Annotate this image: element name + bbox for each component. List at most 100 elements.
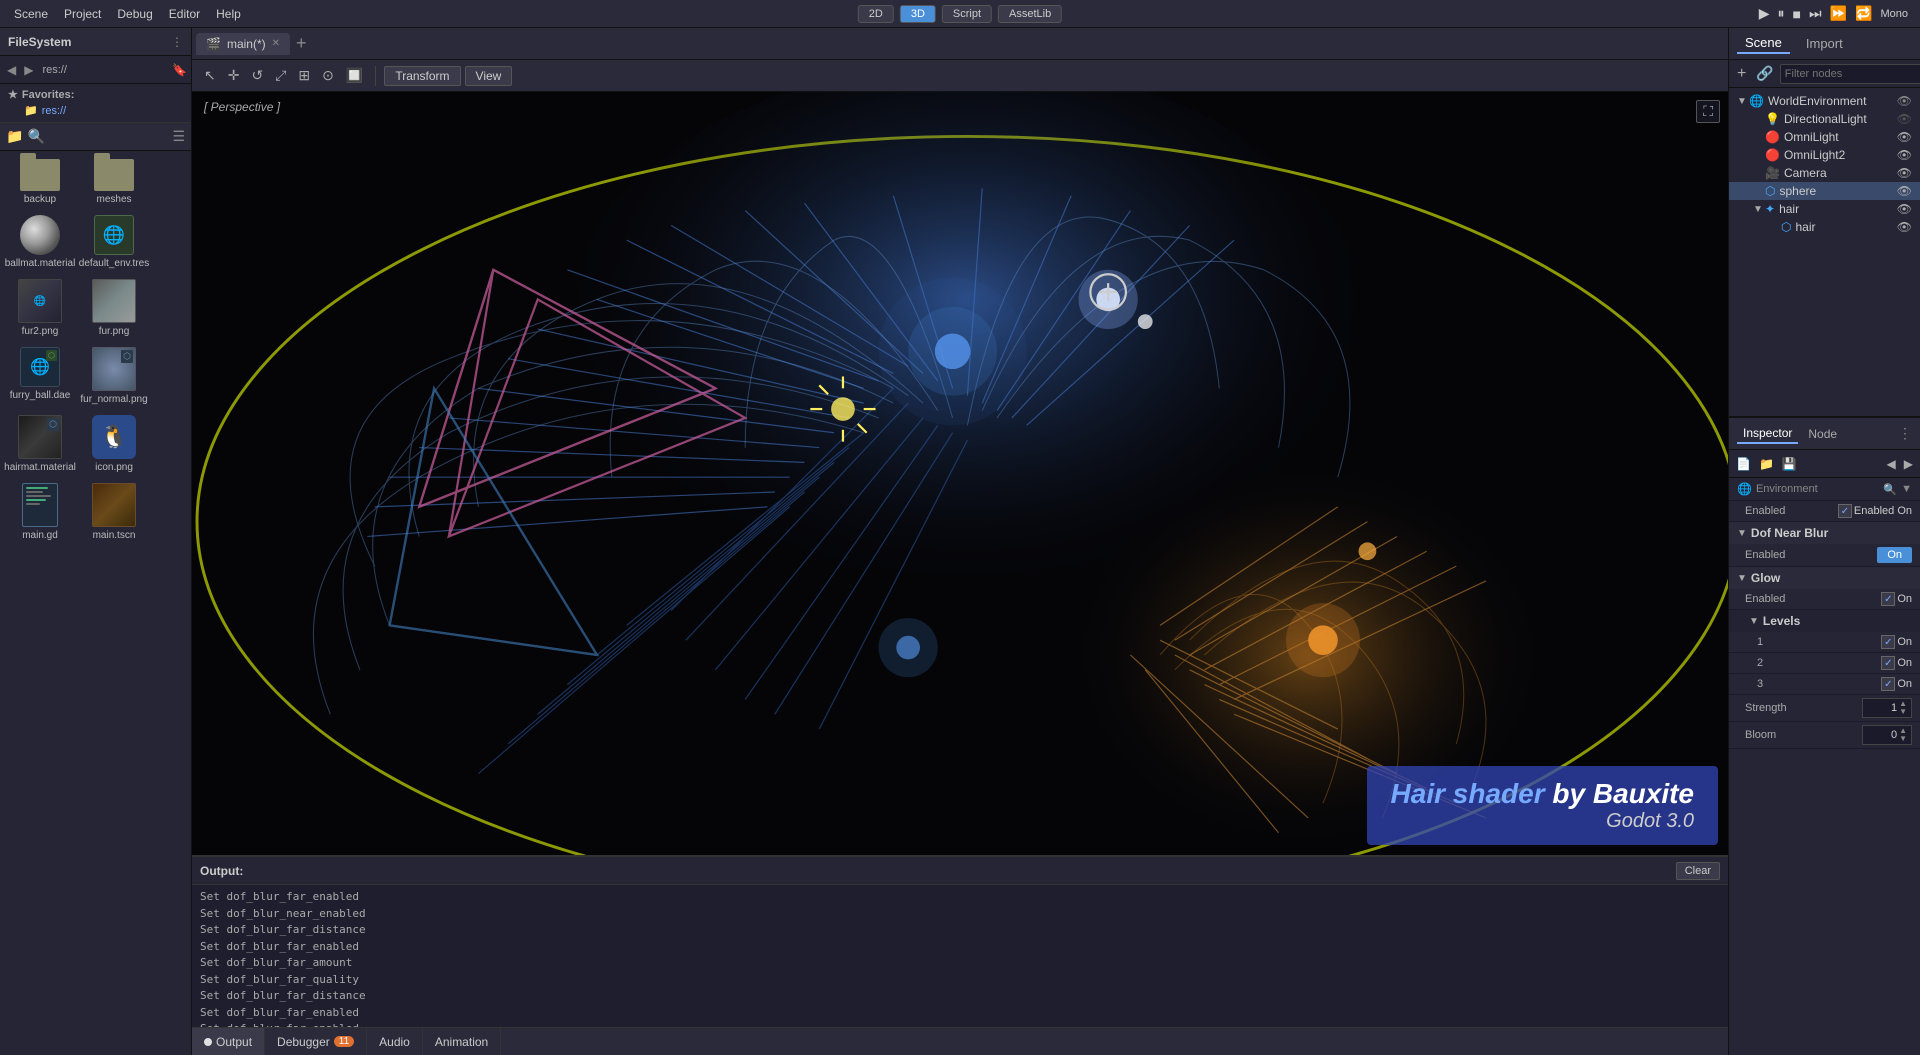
tab-audio[interactable]: Audio [367, 1028, 423, 1055]
tab-scene[interactable]: Scene [1737, 33, 1790, 54]
scene-link-btn[interactable]: 🔗 [1752, 63, 1777, 84]
tab-debugger[interactable]: Debugger 11 [265, 1028, 367, 1055]
play-button[interactable]: ▶ [1759, 5, 1770, 22]
pause-button[interactable]: ⏸ [1778, 5, 1785, 22]
scale-tool-btn[interactable]: ⤢ [271, 65, 290, 86]
insp-save-btn[interactable]: 💾 [1779, 455, 1800, 473]
file-main-gd[interactable]: main.gd [6, 481, 74, 543]
insp-open-btn[interactable]: 📁 [1756, 455, 1777, 473]
inspector-content[interactable]: 🌐 Environment 🔍 ▼ Enabled ✓ Enabled On [1729, 478, 1920, 1055]
select-tool-btn[interactable]: ↖ [200, 65, 220, 86]
scene-add-node-btn[interactable]: + [1733, 63, 1750, 85]
file-main-tscn[interactable]: main.tscn [80, 481, 148, 543]
stop-button[interactable]: ■ [1793, 6, 1801, 22]
visibility-icon[interactable]: 👁 [1897, 220, 1912, 234]
local-tool-btn[interactable]: ⊞ [294, 65, 314, 86]
strength-value-control[interactable]: 1 ▲ ▼ [1862, 698, 1912, 718]
file-fur[interactable]: fur.png [80, 277, 148, 339]
menu-project[interactable]: Project [58, 5, 107, 23]
file-fur-normal[interactable]: ⬡ fur_normal.png [80, 345, 148, 407]
tree-item-hair-child[interactable]: ⬡ hair 👁 [1729, 218, 1920, 236]
debug-next-button[interactable]: ⏩ [1830, 5, 1847, 22]
visibility-icon[interactable]: 👁 [1897, 184, 1912, 198]
file-hairmat[interactable]: ⬡ hairmat.material [6, 413, 74, 475]
snap-tool-btn[interactable]: 🔲 [342, 65, 367, 86]
visibility-icon[interactable]: 👁 [1897, 148, 1912, 162]
glow-header[interactable]: ▼ Glow [1729, 567, 1920, 589]
tree-item-omni-light2[interactable]: 🔴 OmniLight2 👁 [1729, 146, 1920, 164]
strength-down-btn[interactable]: ▼ [1899, 708, 1907, 716]
tab-animation[interactable]: Animation [423, 1028, 501, 1055]
glow-checkbox[interactable]: ✓ [1881, 592, 1895, 606]
fs-back-btn[interactable]: ◀ [4, 61, 19, 79]
tree-item-camera[interactable]: 🎥 Camera 👁 [1729, 164, 1920, 182]
insp-new-res-btn[interactable]: 📄 [1733, 455, 1754, 473]
inspector-env-more-btn[interactable]: ▼ [1901, 483, 1912, 495]
tab-node[interactable]: Node [1802, 425, 1843, 443]
scene-filter-input[interactable] [1780, 64, 1920, 84]
visibility-icon[interactable]: 👁 [1897, 166, 1912, 180]
file-default-env[interactable]: 🌐 default_env.tres [80, 213, 148, 271]
transform-btn[interactable]: Transform [384, 66, 460, 86]
rotate-tool-btn[interactable]: ↺ [247, 65, 267, 86]
fullscreen-btn[interactable]: ⛶ [1696, 100, 1720, 123]
viewport-3d[interactable]: [ Perspective ] ⛶ [192, 92, 1728, 855]
level-1-checkbox[interactable]: ✓ [1881, 635, 1895, 649]
step-button[interactable]: ⏭ [1809, 5, 1822, 22]
tab-close-btn[interactable]: ✕ [272, 38, 280, 49]
tab-inspector[interactable]: Inspector [1737, 424, 1798, 444]
tree-item-world-environment[interactable]: ▼ 🌐 WorldEnvironment 👁 [1729, 92, 1920, 110]
favorites-res[interactable]: 📁res:// [8, 103, 183, 118]
bloom-down-btn[interactable]: ▼ [1899, 735, 1907, 743]
level-3-checkbox[interactable]: ✓ [1881, 677, 1895, 691]
tree-item-omni-light[interactable]: 🔴 OmniLight 👁 [1729, 128, 1920, 146]
fs-forward-btn[interactable]: ▶ [21, 61, 36, 79]
filesystem-menu-btn[interactable]: ⋮ [171, 35, 183, 49]
insp-next-btn[interactable]: ▶ [1901, 455, 1916, 473]
file-icon[interactable]: 🐧 icon.png [80, 413, 148, 475]
menu-scene[interactable]: Scene [8, 5, 54, 23]
loop-button[interactable]: 🔁 [1855, 5, 1872, 22]
file-ballmat[interactable]: ballmat.material [6, 213, 74, 271]
script-button[interactable]: Script [942, 5, 992, 23]
view-btn[interactable]: View [465, 66, 513, 86]
asset-lib-button[interactable]: AssetLib [998, 5, 1062, 23]
insp-prev-btn[interactable]: ◀ [1884, 455, 1899, 473]
level-2-checkbox[interactable]: ✓ [1881, 656, 1895, 670]
fs-search-btn[interactable]: 🔍 [27, 128, 44, 145]
dof-near-blur-header[interactable]: ▼ Dof Near Blur [1729, 522, 1920, 544]
file-fur2[interactable]: 🌐 fur2.png [6, 277, 74, 339]
menu-help[interactable]: Help [210, 5, 247, 23]
pivot-tool-btn[interactable]: ⊙ [318, 65, 338, 86]
tree-item-sphere[interactable]: ⬡ sphere 👁 [1729, 182, 1920, 200]
fs-list-toggle-btn[interactable]: ☰ [172, 128, 185, 145]
visibility-icon[interactable]: 👁 [1897, 112, 1912, 126]
mode-2d-button[interactable]: 2D [858, 5, 894, 23]
tab-import[interactable]: Import [1798, 34, 1851, 53]
inspector-more-btn[interactable]: ⋮ [1898, 425, 1912, 442]
move-tool-btn[interactable]: ✛ [224, 65, 244, 86]
tab-main[interactable]: 🎬 main(*) ✕ [196, 33, 290, 55]
tree-item-directional-light[interactable]: 💡 DirectionalLight 👁 [1729, 110, 1920, 128]
file-furry-ball[interactable]: 🌐 ⬡ furry_ball.dae [6, 345, 74, 407]
visibility-icon[interactable]: 👁 [1897, 130, 1912, 144]
menu-editor[interactable]: Editor [163, 5, 206, 23]
mode-3d-button[interactable]: 3D [900, 5, 936, 23]
file-backup[interactable]: backup [6, 157, 74, 207]
tab-output[interactable]: Output [192, 1028, 265, 1055]
scene-tree[interactable]: ▼ 🌐 WorldEnvironment 👁 💡 DirectionalLigh… [1729, 88, 1920, 416]
levels-header[interactable]: ▼ Levels [1729, 610, 1920, 632]
tab-add-btn[interactable]: + [296, 33, 307, 54]
fs-new-folder-btn[interactable]: 📁 [6, 128, 23, 145]
inspector-env-search-btn[interactable]: 🔍 [1883, 483, 1897, 496]
visibility-icon[interactable]: 👁 [1897, 94, 1912, 108]
file-meshes[interactable]: meshes [80, 157, 148, 207]
output-log[interactable]: Set dof_blur_far_enabled Set dof_blur_ne… [192, 885, 1728, 1027]
visibility-icon[interactable]: 👁 [1897, 202, 1912, 216]
clear-button[interactable]: Clear [1676, 862, 1720, 880]
dof-enabled-toggle[interactable]: On [1877, 547, 1912, 563]
bloom-value-control[interactable]: 0 ▲ ▼ [1862, 725, 1912, 745]
tree-item-hair-parent[interactable]: ▼ ✦ hair 👁 [1729, 200, 1920, 218]
fs-bookmark-btn[interactable]: 🔖 [172, 63, 187, 77]
menu-debug[interactable]: Debug [111, 5, 158, 23]
